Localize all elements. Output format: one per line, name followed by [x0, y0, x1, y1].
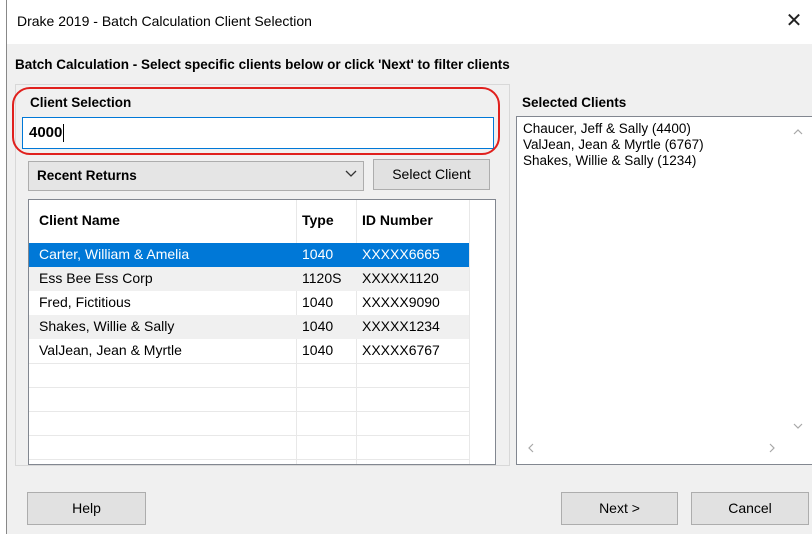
- scroll-left-icon[interactable]: [527, 442, 535, 456]
- id-number-cell: XXXXX6665: [362, 246, 440, 262]
- title-bar: Drake 2019 - Batch Calculation Client Se…: [7, 0, 812, 44]
- table-row[interactable]: Fred, Fictitious 1040 XXXXX9090: [29, 291, 469, 315]
- selected-clients-label: Selected Clients: [522, 95, 627, 110]
- chevron-down-icon: [345, 168, 357, 181]
- instruction-text: Batch Calculation - Select specific clie…: [15, 57, 510, 72]
- window-title: Drake 2019 - Batch Calculation Client Se…: [17, 13, 312, 29]
- scroll-up-icon[interactable]: [793, 125, 803, 139]
- column-type[interactable]: Type: [302, 212, 334, 228]
- client-name-cell: Shakes, Willie & Sally: [39, 318, 175, 334]
- row-divider: [29, 411, 469, 412]
- select-client-button[interactable]: Select Client: [373, 159, 490, 190]
- table-row[interactable]: ValJean, Jean & Myrtle 1040 XXXXX6767: [29, 339, 469, 363]
- next-button[interactable]: Next >: [561, 492, 678, 525]
- row-divider: [29, 435, 469, 436]
- table-row[interactable]: Shakes, Willie & Sally 1040 XXXXX1234: [29, 315, 469, 339]
- selected-client-item[interactable]: Chaucer, Jeff & Sally (4400): [523, 121, 691, 136]
- type-cell: 1120S: [302, 270, 342, 286]
- type-cell: 1040: [302, 342, 334, 358]
- client-selection-label: Client Selection: [30, 95, 132, 110]
- scroll-right-icon[interactable]: [768, 442, 776, 456]
- filter-dropdown[interactable]: Recent Returns: [28, 161, 364, 191]
- cancel-button[interactable]: Cancel: [691, 492, 809, 525]
- type-cell: 1040: [302, 318, 334, 334]
- client-selection-input-value: 4000: [29, 124, 63, 141]
- type-cell: 1040: [302, 294, 334, 310]
- table-row[interactable]: Ess Bee Ess Corp 1120S XXXXX1120: [29, 267, 469, 291]
- id-number-cell: XXXXX1234: [362, 318, 440, 334]
- client-selection-input[interactable]: 4000: [22, 117, 494, 149]
- filter-dropdown-value: Recent Returns: [37, 168, 137, 183]
- client-list-header: Client Name Type ID Number: [29, 200, 495, 242]
- client-name-cell: Carter, William & Amelia: [39, 246, 190, 262]
- row-divider: [29, 387, 469, 388]
- row-divider: [29, 363, 469, 364]
- batch-calculation-dialog: Drake 2019 - Batch Calculation Client Se…: [6, 0, 812, 534]
- client-list[interactable]: Client Name Type ID Number Carter, Willi…: [28, 199, 496, 465]
- scroll-down-icon[interactable]: [793, 419, 803, 433]
- id-number-cell: XXXXX1120: [362, 270, 439, 286]
- selected-client-item[interactable]: ValJean, Jean & Myrtle (6767): [523, 137, 704, 152]
- selected-clients-list[interactable]: Chaucer, Jeff & Sally (4400) ValJean, Je…: [516, 116, 812, 465]
- selected-client-item[interactable]: Shakes, Willie & Sally (1234): [523, 153, 696, 168]
- id-number-cell: XXXXX6767: [362, 342, 440, 358]
- close-icon[interactable]: ✕: [779, 6, 809, 36]
- column-id-number[interactable]: ID Number: [362, 212, 433, 228]
- table-row[interactable]: Carter, William & Amelia 1040 XXXXX6665: [29, 243, 469, 267]
- id-number-cell: XXXXX9090: [362, 294, 440, 310]
- type-cell: 1040: [302, 246, 334, 262]
- client-name-cell: ValJean, Jean & Myrtle: [39, 342, 182, 358]
- text-cursor: [63, 124, 65, 143]
- client-name-cell: Ess Bee Ess Corp: [39, 270, 153, 286]
- help-button[interactable]: Help: [27, 492, 146, 525]
- client-name-cell: Fred, Fictitious: [39, 294, 131, 310]
- column-divider: [469, 200, 470, 464]
- column-client-name[interactable]: Client Name: [39, 212, 120, 228]
- row-divider: [29, 459, 469, 460]
